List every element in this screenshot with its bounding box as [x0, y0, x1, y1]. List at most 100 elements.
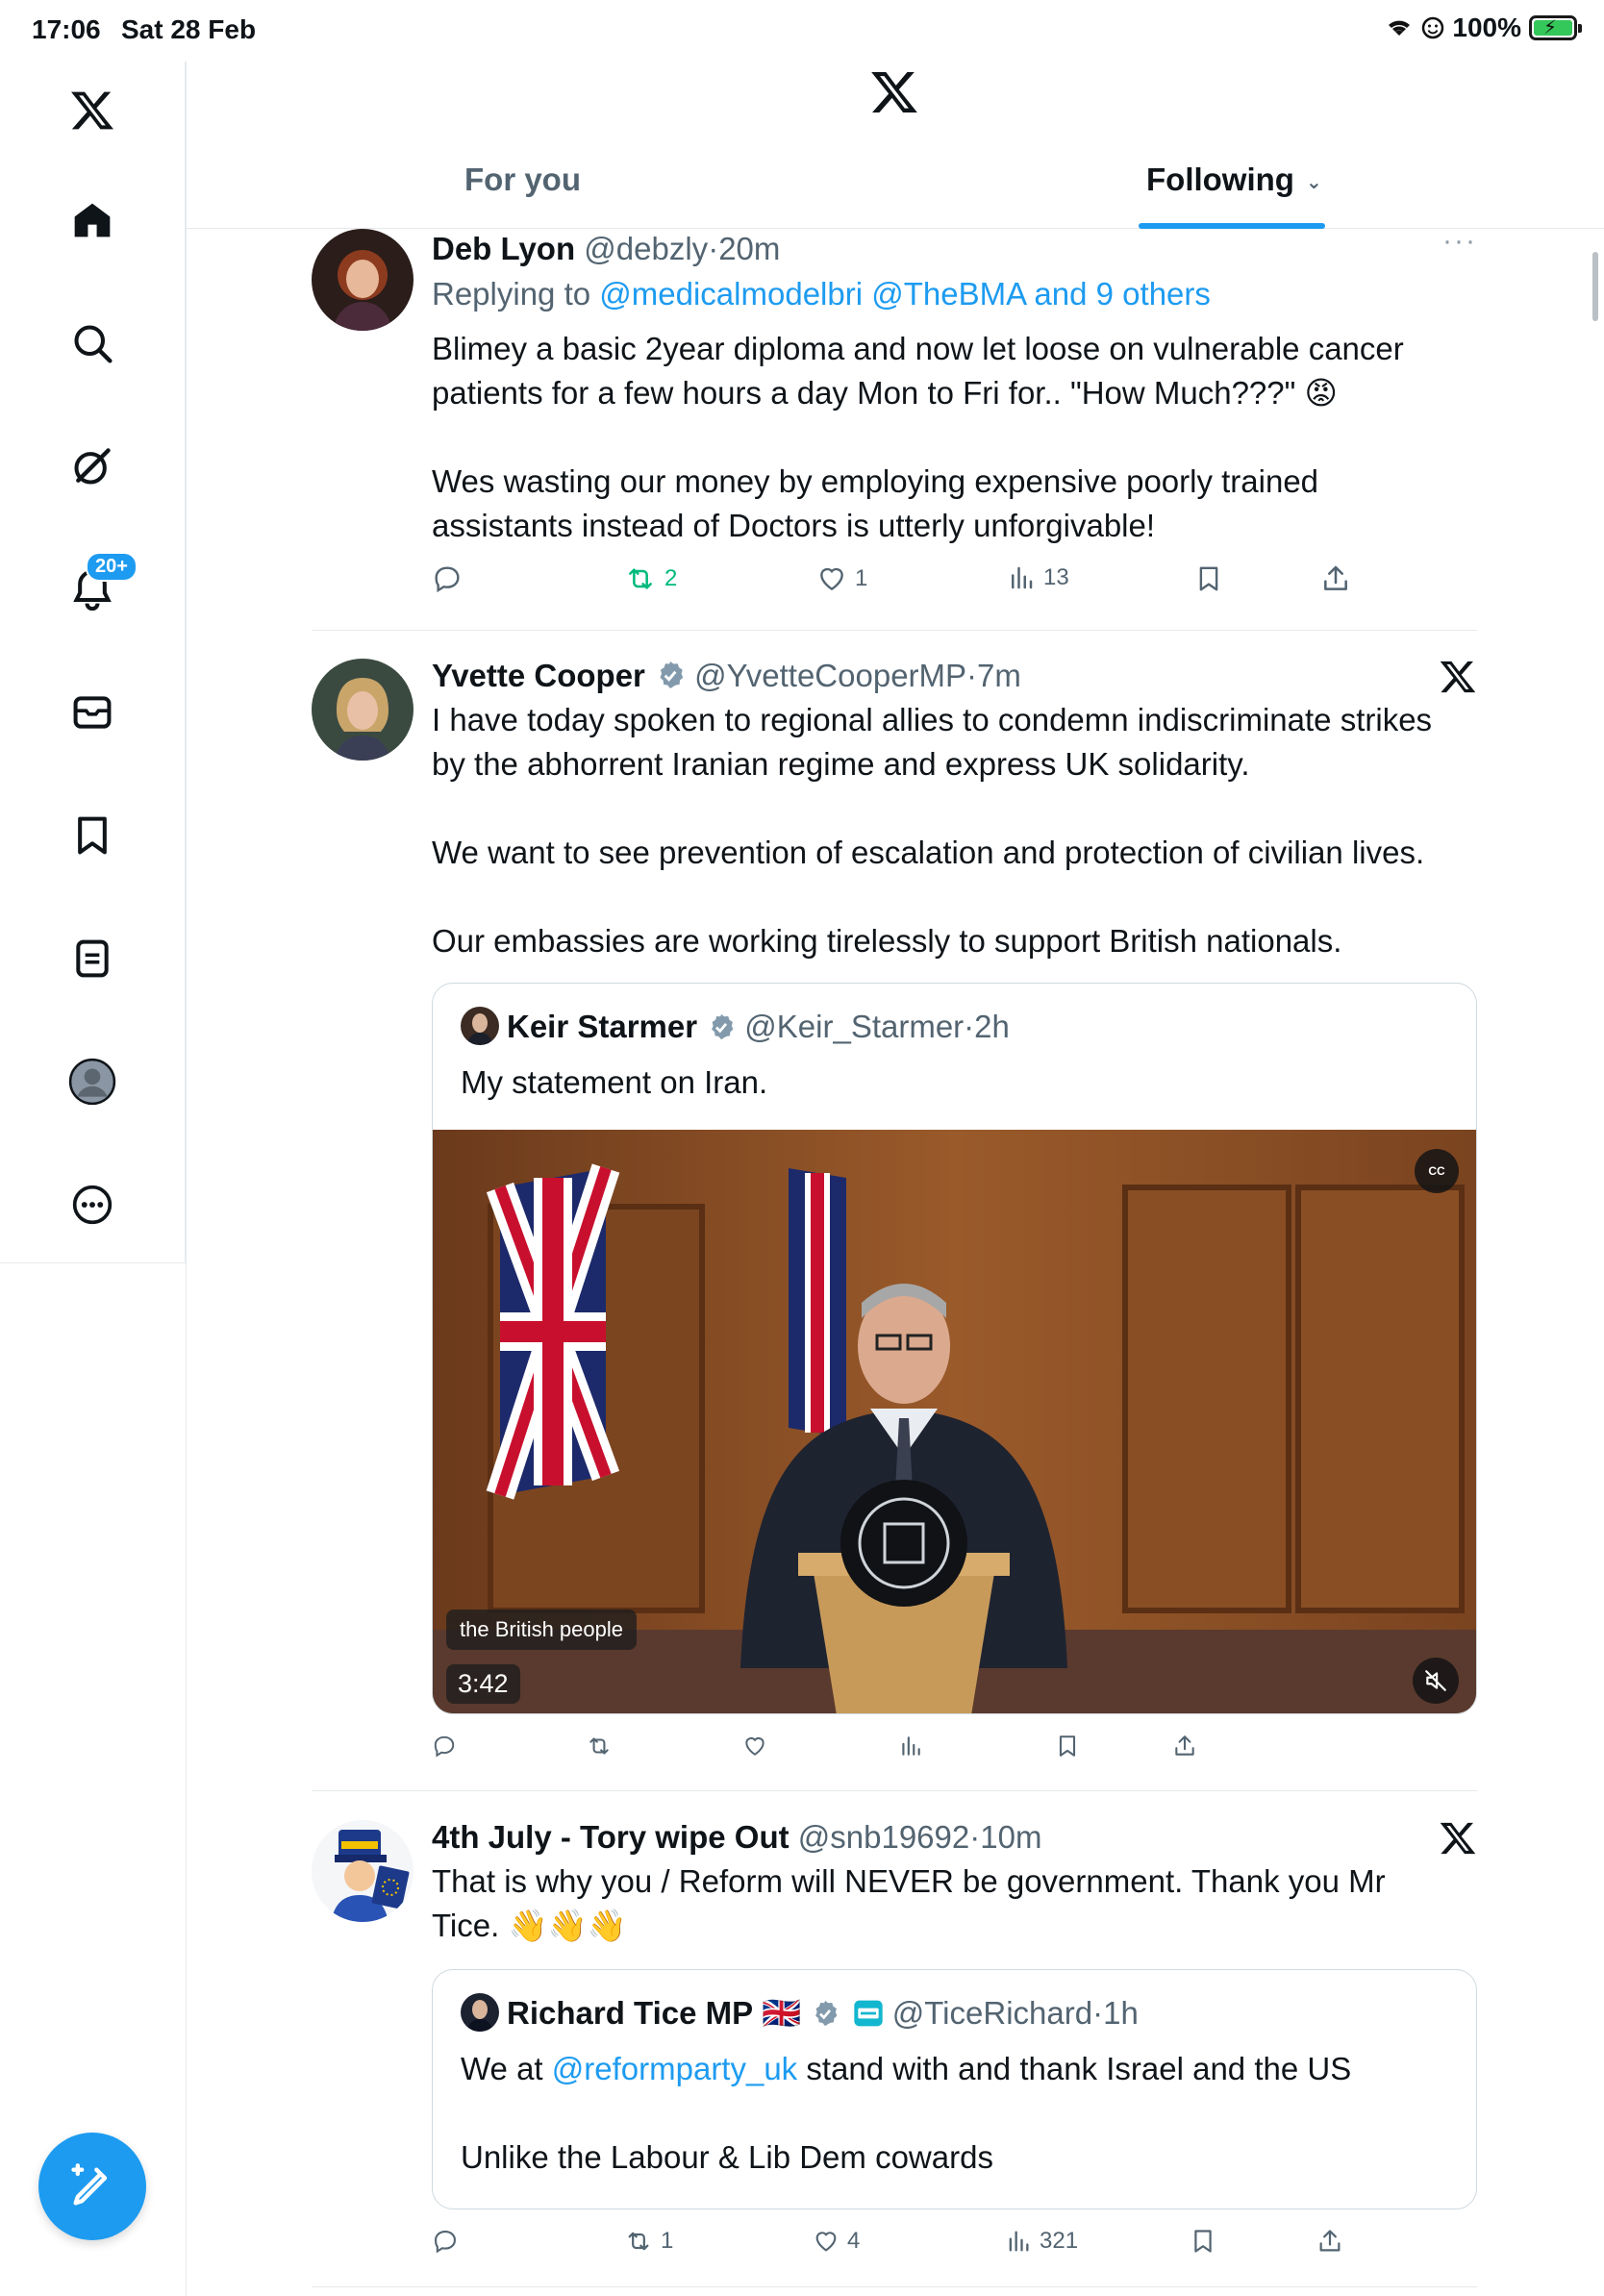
muted-speaker-icon — [1425, 1670, 1446, 1691]
more-options-icon[interactable] — [61, 1173, 124, 1236]
like-count: 4 — [847, 2228, 861, 2254]
views-chart-icon — [1012, 566, 1033, 589]
tweet-text: Blimey a basic 2year diploma and now let… — [432, 331, 1404, 543]
replying-to-links[interactable]: @medicalmodelbri @TheBMA and 9 others — [599, 276, 1211, 312]
bookmark-icon — [1194, 2230, 1212, 2253]
bookmark-button[interactable] — [1190, 2228, 1216, 2255]
status-time: 17:06 — [32, 14, 101, 44]
mention-link[interactable]: @reformparty_uk — [552, 2051, 797, 2086]
views-button[interactable] — [898, 1734, 923, 1759]
author-name[interactable]: 4th July - Tory wipe Out — [432, 1819, 789, 1855]
view-count: 13 — [1043, 564, 1069, 590]
tweet[interactable]: Deb Lyon @debzly·20m ··· Replying to @me… — [312, 225, 1477, 611]
x-source-icon — [1440, 1822, 1476, 1855]
tab-following-label: Following — [1146, 162, 1294, 197]
author-name[interactable]: Deb Lyon — [432, 231, 575, 266]
compose-feather-icon — [71, 2163, 108, 2206]
quote-author-name[interactable]: Richard Tice MP — [507, 1995, 753, 2031]
focus-face-icon — [1422, 16, 1444, 39]
tweet[interactable]: 4th July - Tory wipe Out @snb19692·10m T… — [312, 1815, 1477, 2296]
avatar[interactable] — [461, 1007, 499, 1045]
wifi-icon — [1389, 20, 1411, 36]
share-button[interactable] — [1316, 2228, 1343, 2255]
quote-author-handle[interactable]: @Keir_Starmer — [744, 1009, 964, 1044]
tweet-actions: 1 4 321 — [432, 2228, 1477, 2266]
views-button[interactable]: 321 — [1005, 2228, 1078, 2255]
author-handle[interactable]: @snb19692 — [798, 1819, 969, 1855]
more-options-icon[interactable]: ··· — [1442, 225, 1477, 258]
like-count: 1 — [855, 565, 868, 591]
status-bar: 17:06 Sat 28 Feb 100% — [0, 0, 1604, 62]
views-button[interactable]: 13 — [1007, 563, 1069, 592]
quote-author-name[interactable]: Keir Starmer — [507, 1009, 697, 1044]
sidebar-divider — [186, 62, 187, 2296]
quote-text: My statement on Iran. — [461, 1064, 768, 1100]
share-icon — [1175, 1735, 1194, 1756]
video-player[interactable]: CC the British people 3:42 — [433, 1130, 1476, 1713]
lists-icon[interactable] — [61, 927, 124, 990]
bookmark-button[interactable] — [1055, 1734, 1080, 1759]
repost-button[interactable]: 2 — [624, 563, 677, 594]
x-header-logo-icon[interactable] — [869, 67, 919, 117]
like-button[interactable] — [742, 1734, 767, 1759]
repost-button[interactable]: 1 — [624, 2228, 673, 2255]
mute-button[interactable] — [1413, 1658, 1459, 1704]
author-name[interactable]: Yvette Cooper — [432, 658, 645, 693]
share-button[interactable] — [1320, 563, 1351, 594]
quote-author-handle[interactable]: @TiceRichard — [892, 1995, 1092, 2031]
x-logo-icon[interactable] — [61, 79, 124, 142]
notifications-bell-icon[interactable]: 20+ — [61, 552, 138, 621]
avatar[interactable] — [312, 1820, 414, 1922]
repost-icon — [589, 1737, 609, 1755]
avatar[interactable] — [461, 1993, 499, 2032]
reply-icon — [434, 1735, 455, 1758]
repost-button[interactable] — [586, 1734, 613, 1759]
share-icon — [1319, 2230, 1341, 2252]
views-chart-icon — [902, 1736, 920, 1756]
quote-header: Keir Starmer @Keir_Starmer·2h — [461, 1005, 1010, 1049]
author-handle[interactable]: @YvetteCooperMP — [694, 658, 966, 693]
scrollbar[interactable] — [1592, 252, 1598, 321]
quote-text: We at @reformparty_uk stand with and tha… — [461, 2051, 1352, 2086]
like-button[interactable]: 1 — [816, 563, 867, 594]
grok-icon[interactable] — [61, 435, 124, 498]
chevron-down-icon[interactable]: ⌄ — [1306, 172, 1322, 193]
verified-badge-icon — [815, 2000, 838, 2027]
reply-button[interactable] — [432, 1734, 457, 1759]
tab-for-you[interactable]: For you — [464, 162, 581, 198]
repost-icon — [629, 568, 652, 589]
like-button[interactable]: 4 — [813, 2228, 860, 2255]
share-icon — [1324, 565, 1347, 590]
author-handle[interactable]: @debzly — [584, 231, 708, 266]
reply-button[interactable] — [432, 2228, 466, 2255]
reply-button[interactable] — [432, 563, 470, 594]
tweet-divider — [312, 1790, 1477, 1791]
video-caption: the British people — [446, 1610, 637, 1650]
tweet-time[interactable]: 10m — [980, 1819, 1041, 1855]
tweet[interactable]: Yvette Cooper @YvetteCooperMP·7m I have … — [312, 654, 1477, 1779]
bookmark-icon — [1199, 566, 1218, 591]
home-icon[interactable] — [61, 188, 124, 252]
search-icon[interactable] — [61, 312, 124, 375]
quoted-tweet[interactable]: Richard Tice MP 🇬🇧 @TiceRichard·1h We at… — [432, 1969, 1477, 2209]
compose-post-button[interactable] — [38, 2133, 146, 2240]
share-button[interactable] — [1172, 1734, 1197, 1759]
status-indicators: 100% — [1385, 12, 1582, 43]
tweet-time[interactable]: 20m — [718, 231, 780, 266]
avatar[interactable] — [312, 229, 414, 331]
avatar[interactable] — [312, 659, 414, 761]
sidebar: 20+ — [0, 62, 186, 1263]
quoted-tweet[interactable]: Keir Starmer @Keir_Starmer·2h My stateme… — [432, 983, 1477, 1714]
tweet-text: That is why you / Reform will NEVER be g… — [432, 1863, 1386, 1943]
heart-icon — [820, 567, 843, 591]
tab-following[interactable]: Following ⌄ — [1146, 162, 1322, 198]
tweet-divider — [312, 630, 1477, 631]
uk-flag-icon: 🇬🇧 — [762, 1995, 802, 2031]
profile-avatar-icon[interactable] — [61, 1050, 124, 1113]
tweet-time[interactable]: 7m — [977, 658, 1021, 693]
bookmarks-icon[interactable] — [61, 804, 124, 867]
messages-icon[interactable] — [61, 681, 124, 744]
bookmark-button[interactable] — [1194, 563, 1223, 594]
tweet-text: I have today spoken to regional allies t… — [432, 702, 1433, 959]
closed-captions-button[interactable]: CC — [1415, 1149, 1459, 1193]
